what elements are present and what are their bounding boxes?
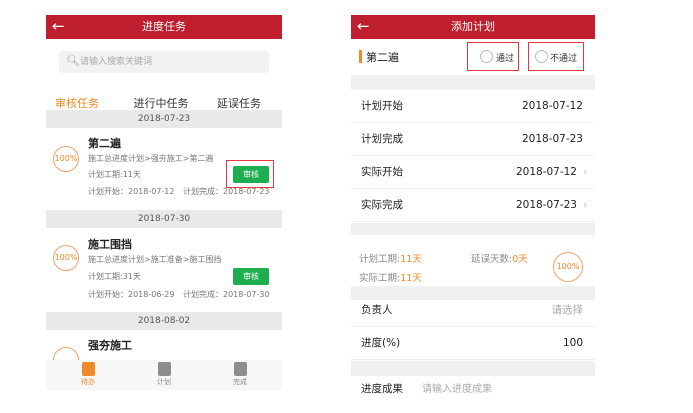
audit-button[interactable]: 审核 xyxy=(233,268,269,285)
left-header: ← 进度任务 xyxy=(46,15,282,39)
progress-row[interactable]: 进度(%) 100 xyxy=(351,327,595,360)
date-header: 2018-08-02 xyxy=(46,312,282,330)
divider xyxy=(351,75,595,90)
radio-circle-icon xyxy=(535,50,548,63)
plan-end-row: 计划完成 2018-07-23 xyxy=(351,123,595,156)
actual-start-row[interactable]: 实际开始 2018-07-12 › xyxy=(351,156,595,189)
reject-label: 不通过 xyxy=(550,54,578,64)
task-duration: 计划工期:31天 xyxy=(88,272,141,281)
task-plan-start: 计划开始：2018-06-29 xyxy=(88,290,175,299)
task-name: 强夯施工 xyxy=(88,339,132,352)
task-name: 第二遍 xyxy=(88,137,121,150)
date-header: 2018-07-30 xyxy=(46,210,282,228)
task-name: 施工围挡 xyxy=(88,238,132,251)
progress-ring: 100% xyxy=(553,252,583,282)
plan-start-row: 计划开始 2018-07-12 xyxy=(351,90,595,123)
progress-input[interactable]: 100 xyxy=(563,327,583,360)
page-title: 进度任务 xyxy=(142,20,186,33)
owner-select[interactable]: 请选择 xyxy=(552,294,584,327)
task-path: 施工总进度计划>施工准备>施工围挡 xyxy=(88,255,222,264)
task-path: 施工总进度计划>强夯施工>第二遍 xyxy=(88,154,214,163)
page-title: 添加计划 xyxy=(451,20,495,33)
task-plan-start: 计划开始：2018-07-12 xyxy=(88,187,175,196)
task-name: 第二遍 xyxy=(366,51,399,64)
divider xyxy=(351,361,595,376)
plan-icon xyxy=(157,362,171,376)
bottom-nav: 待办 计划 完成 xyxy=(46,360,282,390)
highlight-box xyxy=(226,160,274,188)
todo-icon xyxy=(81,362,95,376)
nav-done[interactable]: 完成 xyxy=(220,360,260,388)
search-placeholder: 请输入搜索关键词 xyxy=(80,57,153,67)
task-list-screen: ← 进度任务 🔍︎ 请输入搜索关键词 审核任务 进行中任务 延误任务 2018-… xyxy=(46,15,282,390)
right-header: ← 添加计划 xyxy=(351,15,595,39)
radio-circle-icon xyxy=(480,50,493,63)
task-plan-end: 计划完成：2018-07-30 xyxy=(183,290,270,299)
approve-label: 通过 xyxy=(496,54,515,64)
nav-todo[interactable]: 待办 xyxy=(68,360,108,388)
search-icon: 🔍︎ xyxy=(66,54,80,67)
task-duration: 计划工期:11天 xyxy=(88,170,141,179)
plan-duration: 计划工期:11天 xyxy=(359,254,422,265)
actual-duration: 实际工期:11天 xyxy=(359,273,422,284)
search-input[interactable]: 🔍︎ 请输入搜索关键词 xyxy=(59,51,269,73)
progress-ring: 100% xyxy=(53,245,79,271)
actual-end-row[interactable]: 实际完成 2018-07-23 › xyxy=(351,189,595,222)
task-header: 第二遍 通过 不通过 xyxy=(351,39,595,75)
chevron-right-icon: › xyxy=(583,167,587,178)
delay-days: 延误天数:0天 xyxy=(471,254,528,265)
nav-plan[interactable]: 计划 xyxy=(144,360,184,388)
progress-ring: 100% xyxy=(53,146,79,172)
done-icon xyxy=(233,362,247,376)
section-marker xyxy=(359,50,362,63)
chevron-right-icon: › xyxy=(583,200,587,211)
date-header: 2018-07-23 xyxy=(46,110,282,128)
result-input[interactable]: 请输入进度成果 xyxy=(422,376,492,403)
owner-row[interactable]: 负责人 请选择 xyxy=(351,294,595,327)
divider xyxy=(351,223,595,235)
result-row[interactable]: 进度成果 请输入进度成果 xyxy=(351,376,595,403)
add-plan-screen: ← 添加计划 第二遍 通过 不通过 计划开始 2018-07-12 计划完成 2… xyxy=(351,15,595,403)
duration-summary: 计划工期:11天 延误天数:0天 实际工期:11天 100% xyxy=(351,250,595,290)
